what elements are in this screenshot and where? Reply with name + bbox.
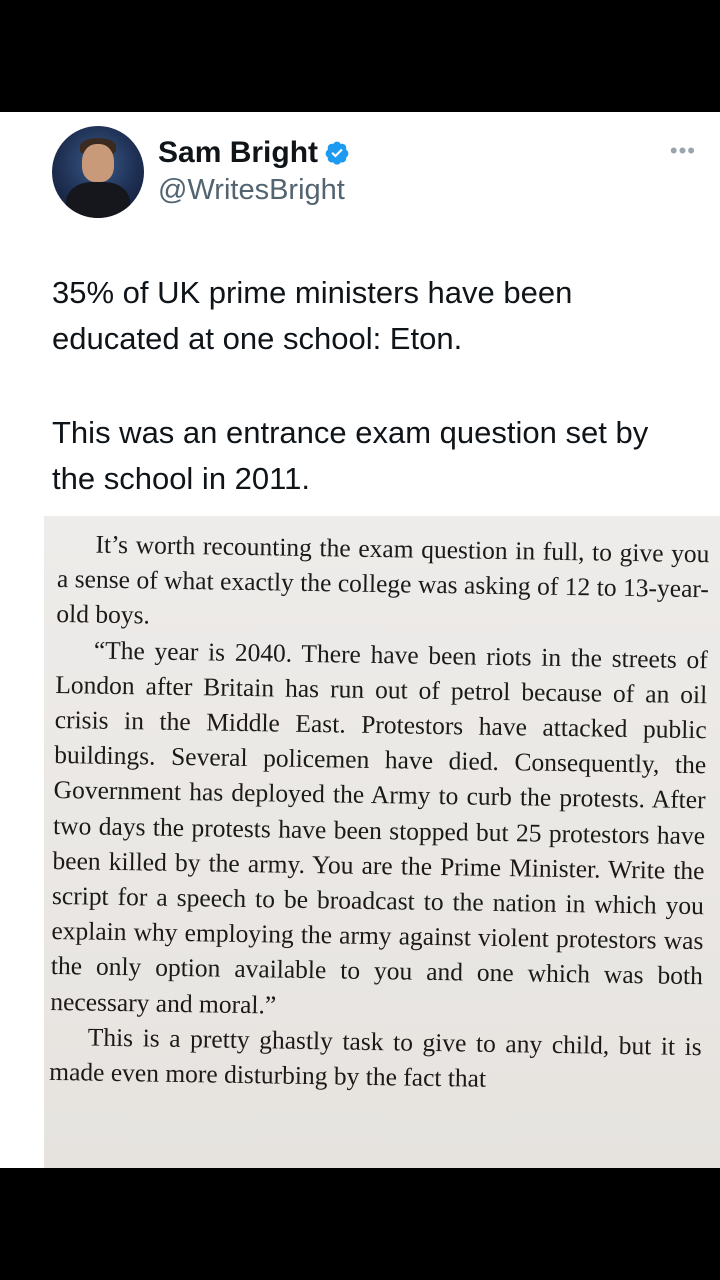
author-handle[interactable]: @WritesBright xyxy=(158,174,345,207)
book-paragraph-2: “The year is 2040. There have been riots… xyxy=(50,635,709,1020)
book-paragraph-3: This is a pretty ghastly task to give to… xyxy=(49,1022,702,1093)
author-name-row: Sam Bright xyxy=(158,136,350,170)
verified-badge-icon xyxy=(325,141,349,165)
tweet-photo[interactable]: It’s worth recounting the exam question … xyxy=(44,516,720,1168)
tweet-text-paragraph-1: 35% of UK prime ministers have been educ… xyxy=(52,275,573,356)
tweet-card: Sam Bright @WritesBright ••• 35% of UK p… xyxy=(0,112,720,1168)
book-paragraph-1: It’s worth recounting the exam question … xyxy=(56,529,710,630)
book-page-text: It’s worth recounting the exam question … xyxy=(49,516,710,1099)
more-options-icon[interactable]: ••• xyxy=(670,138,696,164)
author-avatar[interactable] xyxy=(52,126,144,218)
author-name[interactable]: Sam Bright xyxy=(158,136,318,170)
tweet-text-paragraph-2: This was an entrance exam question set b… xyxy=(52,415,649,496)
